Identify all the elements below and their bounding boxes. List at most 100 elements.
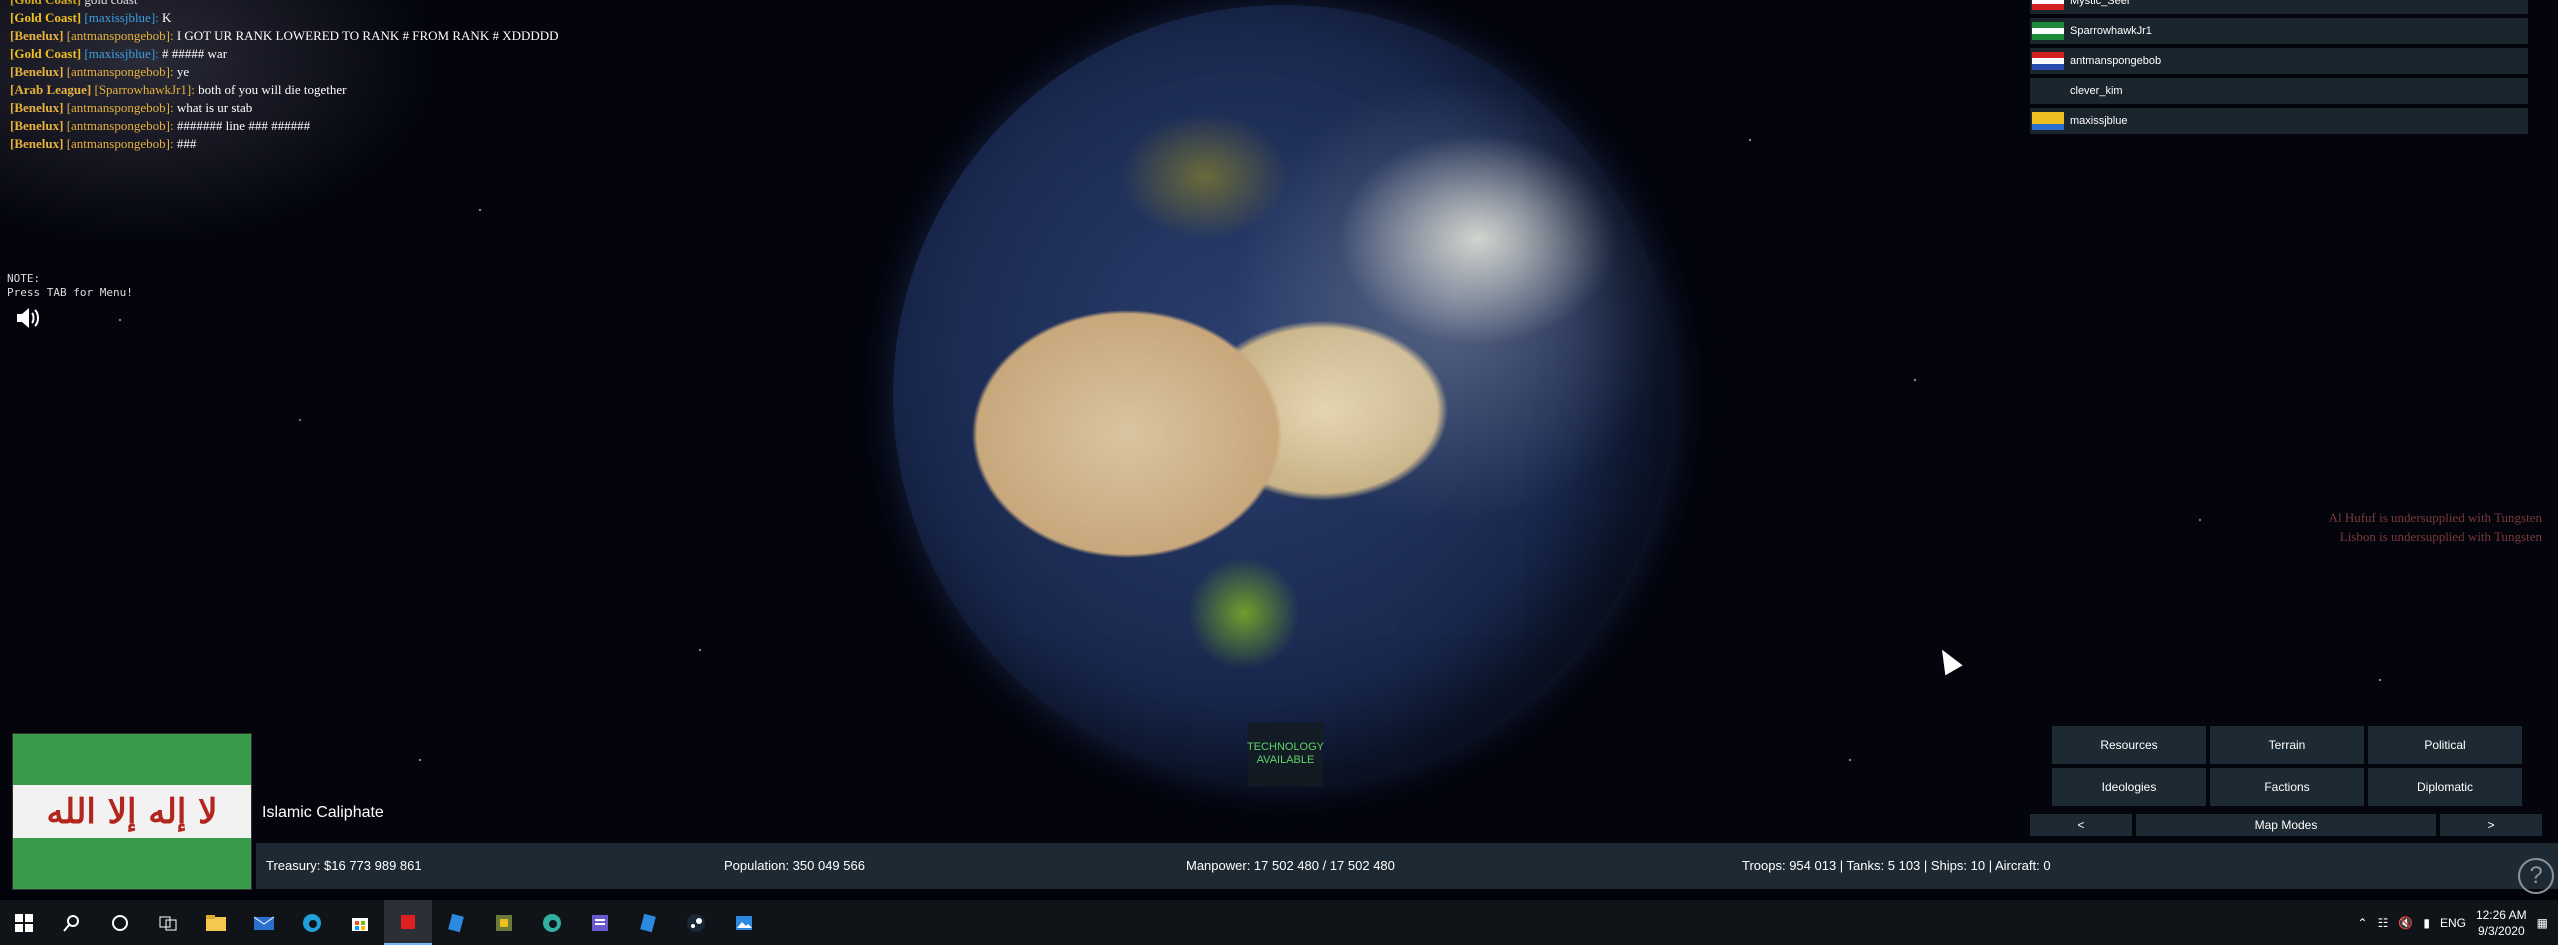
nation-name: Islamic Caliphate — [262, 804, 384, 821]
map-modes-label[interactable]: Map Modes — [2136, 814, 2436, 836]
roblox-studio-icon[interactable] — [432, 900, 480, 945]
roblox-studio-icon-2[interactable] — [624, 900, 672, 945]
note-title: NOTE: — [7, 272, 41, 285]
chat-nation: [Benelux] — [10, 100, 64, 115]
clock-date: 9/3/2020 — [2477, 923, 2525, 938]
edge-icon[interactable] — [288, 900, 336, 945]
chat-log: [Gold Coast] gold coast[Gold Coast] [max… — [10, 0, 559, 153]
battery-icon[interactable]: ▮ — [2423, 916, 2430, 930]
player-row[interactable]: maxissjblue — [2030, 108, 2528, 134]
chat-message: [Gold Coast] gold coast — [10, 0, 559, 9]
network-icon[interactable]: ☷ — [2378, 916, 2389, 930]
treasury-stat: Treasury: $16 773 989 861 — [266, 858, 422, 873]
stats-bar: Treasury: $16 773 989 861 Population: 35… — [256, 843, 2558, 889]
chat-username: [antmanspongebob]: — [66, 64, 174, 79]
chat-nation: [Benelux] — [10, 64, 64, 79]
chat-username: [antmanspongebob]: — [66, 136, 174, 151]
chat-text: ### — [176, 136, 197, 151]
chat-message: [Gold Coast] [maxissjblue]: # ##### war — [10, 45, 559, 63]
player-name: maxissjblue — [2070, 115, 2128, 127]
clock-time: 12:26 AM — [2475, 907, 2527, 922]
player-row[interactable]: antmanspongebob — [2030, 48, 2528, 74]
chat-nation: [Arab League] — [10, 82, 92, 97]
player-list: Mystic_Seer SparrowhawkJr1 antmanspongebob… — [2030, 0, 2528, 138]
speaker-icon[interactable] — [14, 305, 40, 331]
app-icon-purple[interactable] — [576, 900, 624, 945]
map-mode-pager: < Map Modes > — [2030, 814, 2542, 836]
map-mode-political-button[interactable]: Political — [2368, 726, 2522, 764]
world-globe-map[interactable] — [893, 5, 1673, 785]
roblox-app-icon[interactable] — [384, 900, 432, 945]
player-flag-icon — [2032, 22, 2064, 40]
mail-icon[interactable] — [240, 900, 288, 945]
system-tray: ⌃ ☷ 🔇 ▮ ENG 12:26 AM 9/3/2020 ▦ — [2358, 900, 2558, 945]
file-explorer-icon[interactable] — [192, 900, 240, 945]
chat-nation: [Benelux] — [10, 28, 64, 43]
player-flag-icon — [2032, 52, 2064, 70]
chat-nation: [Benelux] — [10, 118, 64, 133]
notifications: Al Hufuf is undersupplied with Tungsten … — [2329, 508, 2542, 546]
chat-username: [antmanspongebob]: — [66, 28, 174, 43]
chat-text: ye — [176, 64, 190, 79]
chat-text: gold coast — [84, 0, 137, 7]
search-icon[interactable] — [48, 900, 96, 945]
chat-text: K — [162, 10, 172, 25]
note-text: Press TAB for Menu! — [7, 286, 133, 299]
manpower-stat: Manpower: 17 502 480 / 17 502 480 — [1186, 858, 1395, 873]
map-mode-next-button[interactable]: > — [2440, 814, 2542, 836]
map-mode-factions-button[interactable]: Factions — [2210, 768, 2364, 806]
volume-muted-icon[interactable]: 🔇 — [2398, 916, 2413, 930]
chevron-up-icon[interactable]: ⌃ — [2358, 916, 2368, 930]
player-row[interactable]: clever_kim — [2030, 78, 2528, 104]
military-stat: Troops: 954 013 | Tanks: 5 103 | Ships: … — [1742, 858, 2051, 873]
chat-message: [Benelux] [antmanspongebob]: ### — [10, 135, 559, 153]
tech-label-1: TECHNOLOGY — [1247, 741, 1325, 753]
player-row[interactable]: SparrowhawkJr1 — [2030, 18, 2528, 44]
notice-item: Lisbon is undersupplied with Tungsten — [2339, 529, 2542, 544]
hint-note: NOTE: Press TAB for Menu! — [7, 272, 133, 300]
chat-message: [Benelux] [antmanspongebob]: ####### lin… — [10, 117, 559, 135]
chat-message: [Benelux] [antmanspongebob]: I GOT UR RA… — [10, 27, 559, 45]
taskbar: ⌃ ☷ 🔇 ▮ ENG 12:26 AM 9/3/2020 ▦ — [0, 900, 2558, 945]
chat-username: [antmanspongebob]: — [66, 100, 174, 115]
start-icon[interactable] — [0, 900, 48, 945]
chat-username: [antmanspongebob]: — [66, 118, 174, 133]
clock[interactable]: 12:26 AM 9/3/2020 — [2476, 907, 2527, 939]
help-button[interactable]: ? — [2518, 858, 2554, 894]
tech-label-2: AVAILABLE — [1256, 754, 1315, 766]
chat-message: [Benelux] [antmanspongebob]: what is ur … — [10, 99, 559, 117]
chat-username: [maxissjblue]: — [84, 46, 159, 61]
chat-text: what is ur stab — [176, 100, 253, 115]
chat-message: [Benelux] [antmanspongebob]: ye — [10, 63, 559, 81]
map-mode-prev-button[interactable]: < — [2030, 814, 2132, 836]
map-mode-resources-button[interactable]: Resources — [2052, 726, 2206, 764]
chat-username: [SparrowhawkJr1]: — [94, 82, 195, 97]
player-flag-icon — [2032, 82, 2064, 100]
chat-text: both of you will die together — [198, 82, 347, 97]
player-row[interactable]: Mystic_Seer — [2030, 0, 2528, 14]
steam-icon[interactable] — [672, 900, 720, 945]
player-name: clever_kim — [2070, 85, 2123, 97]
player-name: Mystic_Seer — [2070, 0, 2131, 7]
edge-beta-icon[interactable] — [528, 900, 576, 945]
map-mode-diplomatic-button[interactable]: Diplomatic — [2368, 768, 2522, 806]
map-mode-grid: Resources Terrain Political Ideologies F… — [2052, 726, 2542, 806]
chat-nation: [Benelux] — [10, 136, 64, 151]
player-flag-icon — [2032, 0, 2064, 10]
player-flag-icon — [2032, 112, 2064, 130]
notifications-icon[interactable]: ▦ — [2537, 916, 2548, 930]
cortana-icon[interactable] — [96, 900, 144, 945]
chat-message: [Gold Coast] [maxissjblue]: K — [10, 9, 559, 27]
task-view-icon[interactable] — [144, 900, 192, 945]
map-mode-terrain-button[interactable]: Terrain — [2210, 726, 2364, 764]
chat-username: [maxissjblue]: — [84, 10, 159, 25]
photos-icon[interactable] — [720, 900, 768, 945]
map-mode-ideologies-button[interactable]: Ideologies — [2052, 768, 2206, 806]
store-icon[interactable] — [336, 900, 384, 945]
app-icon-yellow[interactable] — [480, 900, 528, 945]
chat-text: ####### line ### ###### — [176, 118, 311, 133]
language-indicator[interactable]: ENG — [2440, 916, 2466, 930]
nation-flag[interactable]: لا إله إلا الله — [12, 733, 252, 890]
player-name: antmanspongebob — [2070, 55, 2162, 67]
technology-available-button[interactable]: TECHNOLOGY AVAILABLE — [1247, 722, 1325, 786]
